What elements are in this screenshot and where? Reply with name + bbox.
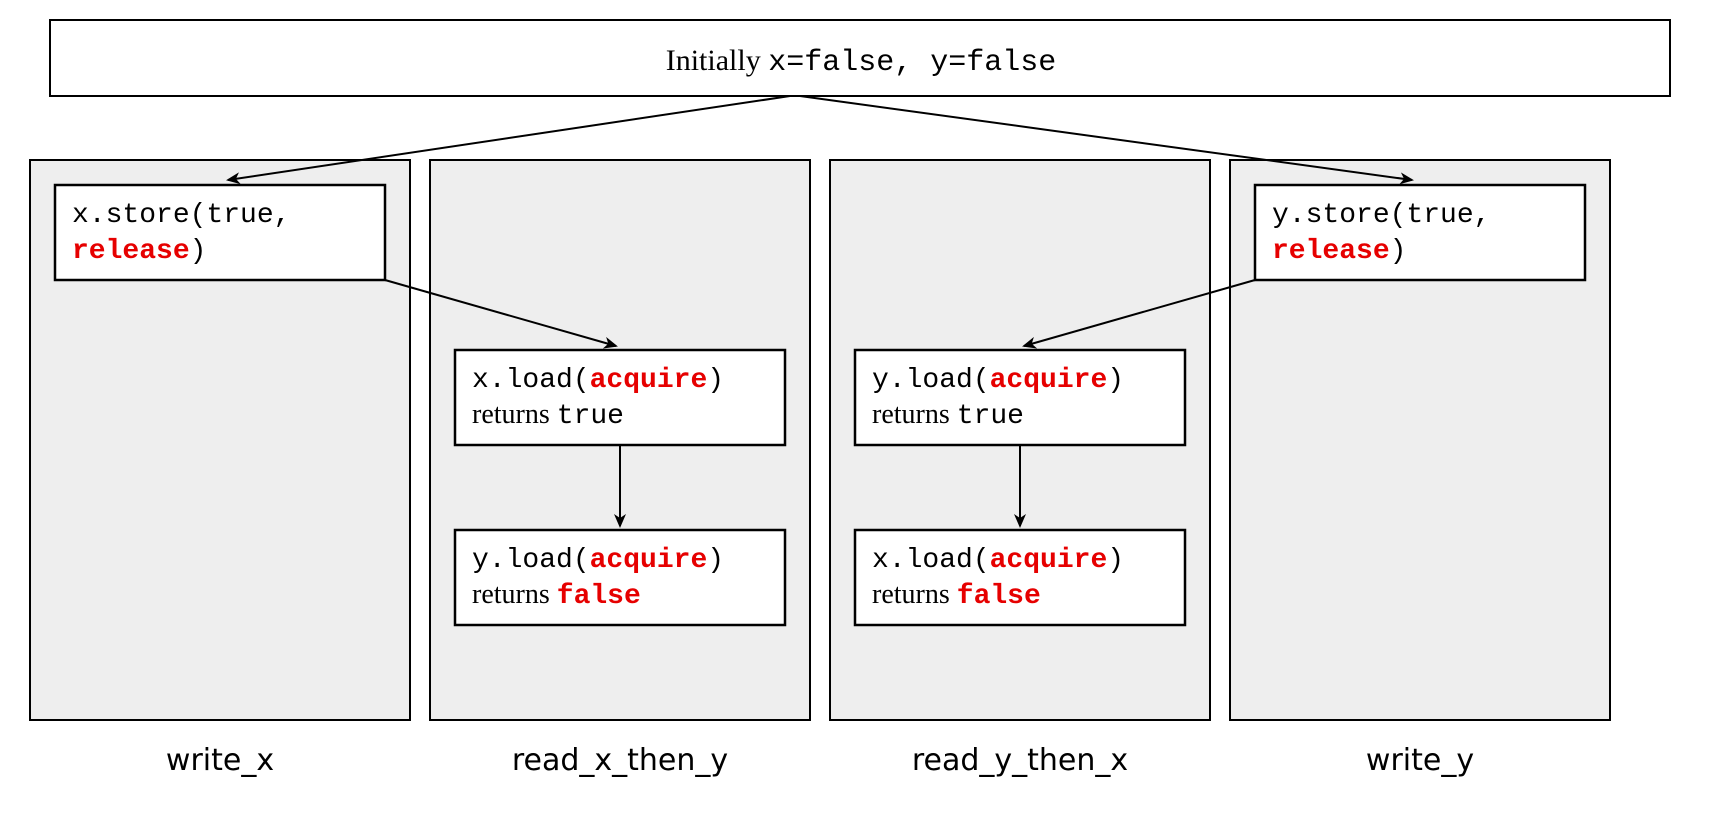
label-read-x-then-y: read_x_then_y	[512, 743, 728, 778]
label-write-y: write_y	[1366, 743, 1474, 778]
initial-text: Initially x=false, y=false	[666, 44, 1057, 80]
label-write-x: write_x	[166, 743, 274, 778]
label-read-y-then-x: read_y_then_x	[912, 743, 1128, 778]
